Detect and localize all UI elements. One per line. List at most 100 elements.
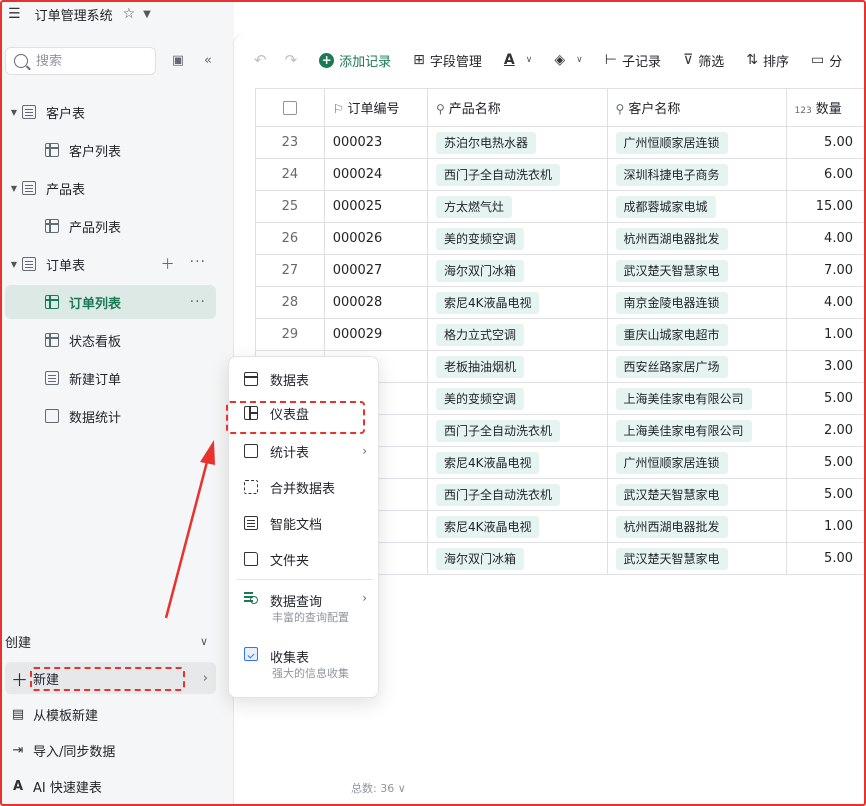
menu-item-data-query[interactable]: 数据查询 › 丰富的查询配置 xyxy=(236,583,373,631)
checkbox[interactable] xyxy=(282,100,297,115)
customer-cell[interactable]: 武汉楚天智慧家电 xyxy=(606,478,787,511)
quantity-cell[interactable]: 3.00 xyxy=(785,350,866,383)
product-cell[interactable]: 索尼4K液晶电视 xyxy=(426,286,608,319)
chevron-down-icon[interactable]: ∨ xyxy=(200,635,208,648)
sort-button[interactable]: ⇅ 排序 xyxy=(746,51,789,70)
product-cell[interactable]: 老板抽油烟机 xyxy=(426,350,608,383)
quantity-cell[interactable]: 5.00 xyxy=(785,126,866,159)
menu-item-stats-table[interactable]: 统计表 › xyxy=(236,435,373,467)
product-cell[interactable]: 西门子全自动洗衣机 xyxy=(426,478,608,511)
product-cell[interactable]: 西门子全自动洗衣机 xyxy=(426,414,608,447)
create-section-header[interactable]: 创建 ∨ xyxy=(5,626,216,656)
table-row[interactable]: 26 000026 美的变频空调 杭州西湖电器批发 4.00 xyxy=(255,222,866,255)
customer-cell[interactable]: 西安丝路家居广场 xyxy=(606,350,787,383)
tree-item-customer-list[interactable]: 客户列表 xyxy=(5,133,216,167)
menu-item-smart-doc[interactable]: 智能文档 xyxy=(236,507,373,539)
quantity-cell[interactable]: 1.00 xyxy=(785,318,866,351)
quantity-cell[interactable]: 6.00 xyxy=(785,158,866,191)
search-input[interactable] xyxy=(36,53,136,69)
menu-item-merge-table[interactable]: 合并数据表 xyxy=(236,471,373,503)
table-row[interactable]: 29 000029 格力立式空调 重庆山城家电超市 1.00 xyxy=(255,318,866,351)
sub-record-button[interactable]: ⊢ 子记录 xyxy=(605,51,661,70)
product-cell[interactable]: 索尼4K液晶电视 xyxy=(426,446,608,479)
table-row[interactable]: 23 000023 苏泊尔电热水器 广州恒顺家居连锁 5.00 xyxy=(255,126,866,159)
customer-cell[interactable]: 成都蓉城家电城 xyxy=(606,190,787,223)
ai-quick-table-button[interactable]: A AI 快速建表 xyxy=(5,770,216,802)
tree-item-order-list[interactable]: 订单列表 ··· xyxy=(5,285,216,319)
more-icon[interactable]: ··· xyxy=(190,294,206,310)
add-record-button[interactable]: + 添加记录 xyxy=(319,51,391,70)
tree-item-data-stats[interactable]: 数据统计 xyxy=(5,399,216,433)
caret-down-icon[interactable]: ▼ xyxy=(6,184,22,193)
tree-item-status-board[interactable]: 状态看板 xyxy=(5,323,216,357)
quantity-cell[interactable]: 4.00 xyxy=(785,222,866,255)
quantity-cell[interactable]: 1.00 xyxy=(785,510,866,543)
app-title[interactable]: 订单管理系统 xyxy=(35,5,113,24)
fill-color-button[interactable]: ◈ ∨ xyxy=(554,52,582,68)
product-cell[interactable]: 索尼4K液晶电视 xyxy=(426,510,608,543)
customer-cell[interactable]: 杭州西湖电器批发 xyxy=(606,222,787,255)
quantity-cell[interactable]: 2.00 xyxy=(785,414,866,447)
select-all-cell[interactable] xyxy=(255,88,325,127)
column-header-quantity[interactable]: 123 数量 xyxy=(785,88,866,127)
field-manage-button[interactable]: ⊞ 字段管理 xyxy=(413,51,482,70)
menu-icon[interactable]: ☰ xyxy=(8,6,21,22)
customer-cell[interactable]: 上海美佳家电有限公司 xyxy=(606,382,787,415)
menu-item-form[interactable]: 收集表 强大的信息收集 xyxy=(236,639,373,687)
from-template-button[interactable]: ▤ 从模板新建 xyxy=(5,698,216,730)
quantity-cell[interactable]: 4.00 xyxy=(785,286,866,319)
customer-cell[interactable]: 杭州西湖电器批发 xyxy=(606,510,787,543)
customer-cell[interactable]: 武汉楚天智慧家电 xyxy=(606,542,787,575)
column-header-product[interactable]: ⚲ 产品名称 xyxy=(426,88,608,127)
tree-item-customer-table[interactable]: ▼ 客户表 xyxy=(5,95,216,129)
product-cell[interactable]: 格力立式空调 xyxy=(426,318,608,351)
order-id-cell[interactable]: 000029 xyxy=(323,318,428,351)
menu-item-data-table[interactable]: 数据表 xyxy=(236,363,373,395)
customer-cell[interactable]: 重庆山城家电超市 xyxy=(606,318,787,351)
quantity-cell[interactable]: 5.00 xyxy=(785,446,866,479)
quantity-cell[interactable]: 5.00 xyxy=(785,382,866,415)
tree-item-new-order[interactable]: 新建订单 xyxy=(5,361,216,395)
undo-icon[interactable]: ↶ xyxy=(254,51,267,69)
tree-item-order-table[interactable]: ▼ 订单表 ＋ ··· xyxy=(5,247,216,281)
quantity-cell[interactable]: 5.00 xyxy=(785,478,866,511)
table-row[interactable]: 27 000027 海尔双门冰箱 武汉楚天智慧家电 7.00 xyxy=(255,254,866,287)
import-sync-button[interactable]: ⇥ 导入/同步数据 xyxy=(5,734,216,766)
quantity-cell[interactable]: 7.00 xyxy=(785,254,866,287)
caret-down-icon[interactable]: ▼ xyxy=(6,260,22,269)
tree-item-product-list[interactable]: 产品列表 xyxy=(5,209,216,243)
menu-item-folder[interactable]: 文件夹 xyxy=(236,543,373,575)
collapse-sidebar-icon[interactable]: « xyxy=(200,52,216,68)
product-cell[interactable]: 苏泊尔电热水器 xyxy=(426,126,608,159)
filter-button[interactable]: ⊽ 筛选 xyxy=(683,51,724,70)
product-cell[interactable]: 西门子全自动洗衣机 xyxy=(426,158,608,191)
product-cell[interactable]: 海尔双门冰箱 xyxy=(426,542,608,575)
text-color-button[interactable]: A ∨ xyxy=(504,52,532,68)
order-id-cell[interactable]: 000023 xyxy=(323,126,428,159)
table-row[interactable]: 24 000024 西门子全自动洗衣机 深圳科捷电子商务 6.00 xyxy=(255,158,866,191)
customer-cell[interactable]: 武汉楚天智慧家电 xyxy=(606,254,787,287)
quantity-cell[interactable]: 5.00 xyxy=(785,542,866,575)
customer-cell[interactable]: 广州恒顺家居连锁 xyxy=(606,126,787,159)
column-header-order-id[interactable]: ⚐ 订单编号 xyxy=(323,88,428,127)
sidebar-layout-icon[interactable]: ▣ xyxy=(170,52,186,68)
order-id-cell[interactable]: 000024 xyxy=(323,158,428,191)
order-id-cell[interactable]: 000026 xyxy=(323,222,428,255)
group-button[interactable]: ▭ 分 xyxy=(811,51,842,70)
column-header-customer[interactable]: ⚲ 客户名称 xyxy=(606,88,787,127)
customer-cell[interactable]: 广州恒顺家居连锁 xyxy=(606,446,787,479)
product-cell[interactable]: 方太燃气灶 xyxy=(426,190,608,223)
product-cell[interactable]: 海尔双门冰箱 xyxy=(426,254,608,287)
caret-down-icon[interactable]: ▼ xyxy=(6,108,22,117)
add-icon[interactable]: ＋ xyxy=(161,254,176,274)
more-icon[interactable]: ··· xyxy=(190,254,206,274)
customer-cell[interactable]: 南京金陵电器连锁 xyxy=(606,286,787,319)
star-icon[interactable]: ☆ xyxy=(123,6,136,22)
table-row[interactable]: 25 000025 方太燃气灶 成都蓉城家电城 15.00 xyxy=(255,190,866,223)
customer-cell[interactable]: 深圳科捷电子商务 xyxy=(606,158,787,191)
order-id-cell[interactable]: 000027 xyxy=(323,254,428,287)
redo-icon[interactable]: ↷ xyxy=(285,51,298,69)
order-id-cell[interactable]: 000025 xyxy=(323,190,428,223)
product-cell[interactable]: 美的变频空调 xyxy=(426,222,608,255)
total-count[interactable]: 总数: 36 ∨ xyxy=(351,780,406,796)
